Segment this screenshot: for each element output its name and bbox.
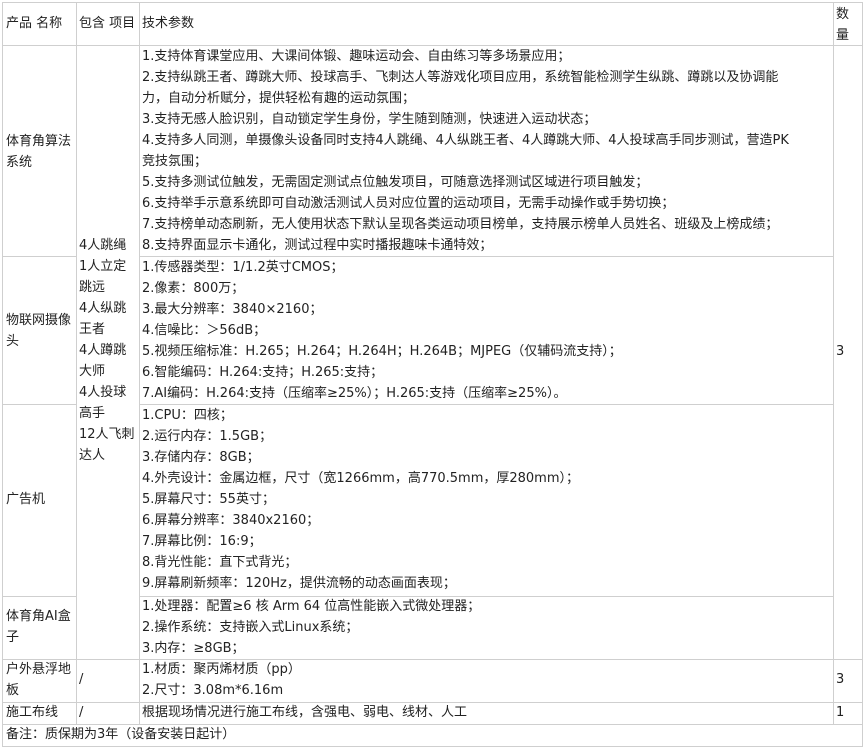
qty-floor: 3 bbox=[836, 672, 845, 687]
border-row2 bbox=[2, 404, 76, 405]
border-bottom bbox=[2, 746, 862, 747]
footer-note: 备注：质保期为3年（设备安装日起计） bbox=[6, 727, 236, 742]
params-wiring: 根据现场情况进行施工布线，含强电、弱电、线材、人工 bbox=[142, 705, 468, 720]
qty-wiring: 1 bbox=[836, 705, 845, 720]
product-name-ai-box: 体育角AI盒 子 bbox=[6, 609, 71, 645]
border-right bbox=[862, 2, 863, 747]
params-ai-box: 1.处理器：配置≥6 核 Arm 64 位高性能嵌入式微处理器； 2.操作系统：… bbox=[142, 599, 481, 656]
border-left bbox=[2, 2, 3, 747]
params-ad-display: 1.CPU：四核； 2.运行内存：1.5GB； 3.存储内存：8GB； 4.外壳… bbox=[142, 408, 579, 591]
header-qty-1: 数 bbox=[836, 7, 850, 22]
header-included-items: 包含 项目 bbox=[79, 16, 136, 31]
included-items-list: 4人跳绳 1人立定 跳远 4人纵跳 王者 4人蹲跳 大师 4人投球 高手 12人… bbox=[79, 238, 135, 463]
border-col3 bbox=[833, 2, 834, 725]
border-col2 bbox=[139, 2, 140, 725]
product-name-floor: 户外悬浮地 板 bbox=[6, 662, 72, 698]
border-row3 bbox=[2, 596, 76, 597]
group-qty: 3 bbox=[836, 344, 845, 359]
product-name-camera: 物联网摄像 头 bbox=[6, 313, 72, 349]
product-name-wiring: 施工布线 bbox=[6, 705, 59, 720]
border-row4 bbox=[2, 659, 862, 660]
border-row1 bbox=[2, 256, 76, 257]
params-algorithm: 1.支持体育课堂应用、大课间体锻、趣味运动会、自由练习等多场景应用； 2.支持纵… bbox=[142, 49, 789, 253]
params-camera: 1.传感器类型：1/1.2英寸CMOS； 2.像素：800万； 3.最大分辨率：… bbox=[142, 260, 622, 401]
included-wiring: / bbox=[79, 705, 84, 720]
product-name-ad-display: 广告机 bbox=[6, 492, 46, 507]
included-floor: / bbox=[79, 672, 84, 687]
border-col1 bbox=[76, 2, 77, 725]
header-product-name: 产品 名称 bbox=[6, 16, 63, 31]
header-tech-params: 技术参数 bbox=[142, 16, 195, 31]
header-qty-2: 量 bbox=[836, 28, 850, 43]
border-top bbox=[2, 2, 862, 3]
spec-table: 产品 名称 包含 项目 技术参数 数 量 体育角算法 系统 1.支持体育课堂应用… bbox=[0, 0, 865, 748]
product-name-algorithm: 体育角算法 系统 bbox=[6, 134, 72, 170]
params-floor: 1.材质：聚丙烯材质（pp） 2.尺寸：3.08m*6.16m bbox=[142, 662, 301, 698]
